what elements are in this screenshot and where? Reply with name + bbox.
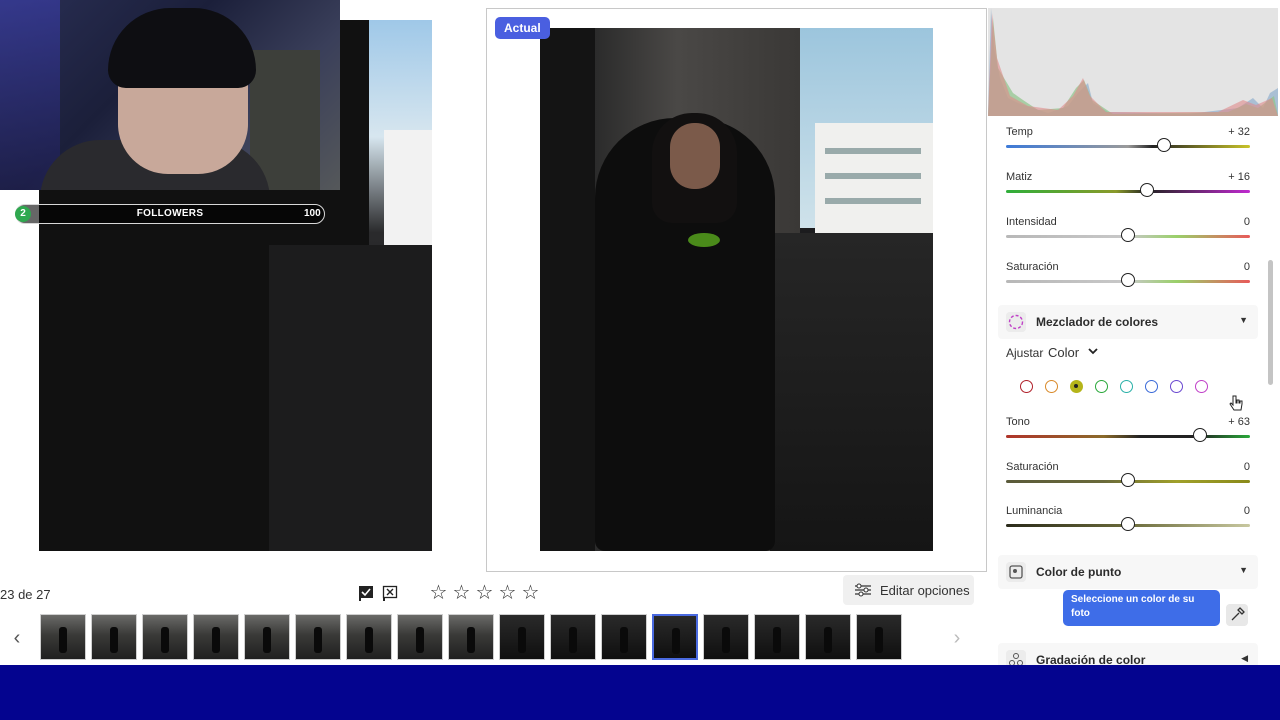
- filmstrip-thumbnail[interactable]: [550, 614, 596, 660]
- luminancia-knob[interactable]: [1121, 517, 1135, 531]
- intensidad-label: Intensidad: [1006, 216, 1057, 228]
- color-wheel-icon: [1006, 312, 1026, 332]
- mixer-saturacion-value: 0: [1243, 461, 1250, 473]
- hand-cursor-icon: [1229, 395, 1243, 411]
- swatch-orange[interactable]: [1045, 380, 1058, 393]
- matiz-label: Matiz: [1006, 171, 1033, 183]
- adjust-label: Ajustar: [1006, 346, 1044, 360]
- saturacion-value: 0: [1243, 261, 1250, 273]
- swatch-blue[interactable]: [1145, 380, 1158, 393]
- star-icon[interactable]: ☆: [451, 583, 472, 603]
- filmstrip-thumbnail[interactable]: [754, 614, 800, 660]
- chevron-down-icon[interactable]: [1087, 345, 1099, 357]
- saturacion-label: Saturación: [1006, 261, 1059, 273]
- adjust-dropdown-value[interactable]: Color: [1048, 345, 1079, 360]
- temp-label: Temp: [1006, 126, 1033, 138]
- filmstrip-thumbnail[interactable]: [805, 614, 851, 660]
- luminancia-slider[interactable]: Luminancia 0: [1006, 505, 1250, 543]
- followers-label: FOLLOWERS: [136, 208, 204, 219]
- main-photo[interactable]: [540, 28, 933, 551]
- intensidad-knob[interactable]: [1121, 228, 1135, 242]
- swatch-purple[interactable]: [1170, 380, 1183, 393]
- filmstrip-thumbnail[interactable]: [448, 614, 494, 660]
- point-color-icon: [1006, 562, 1026, 582]
- filmstrip-next-button[interactable]: ›: [944, 622, 970, 654]
- histogram: [988, 8, 1278, 116]
- star-rating[interactable]: ☆ ☆ ☆ ☆ ☆: [428, 583, 541, 603]
- edit-options-label: Editar opciones: [880, 582, 970, 598]
- color-mixer-title: Mezclador de colores: [1036, 315, 1159, 329]
- expand-caret-icon[interactable]: ◀: [1241, 653, 1248, 664]
- filmstrip-thumbnail[interactable]: [703, 614, 749, 660]
- filmstrip-thumbnail[interactable]: [499, 614, 545, 660]
- point-color-tooltip: Seleccione un color de su foto: [1063, 590, 1220, 626]
- saturacion-slider[interactable]: Saturación 0: [1006, 261, 1250, 299]
- matiz-slider[interactable]: Matiz + 16: [1006, 171, 1250, 209]
- photo-counter: 23 de 27: [0, 587, 51, 602]
- luminancia-label: Luminancia: [1006, 505, 1063, 517]
- tono-label: Tono: [1006, 416, 1030, 428]
- mixer-saturacion-knob[interactable]: [1121, 473, 1135, 487]
- matiz-knob[interactable]: [1140, 183, 1154, 197]
- intensidad-slider[interactable]: Intensidad 0: [1006, 216, 1250, 254]
- sliders-icon: [855, 583, 871, 597]
- panel-scrollbar[interactable]: [1268, 260, 1273, 385]
- tono-value: + 63: [1228, 416, 1250, 428]
- filmstrip-thumbnail[interactable]: [142, 614, 188, 660]
- filmstrip-thumbnail[interactable]: [346, 614, 392, 660]
- swatch-aqua[interactable]: [1120, 380, 1133, 393]
- eyedropper-icon[interactable]: [1226, 604, 1248, 626]
- flag-pick-icon[interactable]: [358, 585, 374, 601]
- mixer-saturacion-slider[interactable]: Saturación 0: [1006, 461, 1250, 499]
- matiz-value: + 16: [1228, 171, 1250, 183]
- star-icon[interactable]: ☆: [428, 583, 449, 603]
- point-color-header[interactable]: Color de punto ▼: [998, 555, 1258, 589]
- swatch-yellow[interactable]: [1070, 380, 1083, 393]
- star-icon[interactable]: ☆: [520, 583, 541, 603]
- filmstrip-thumbnail[interactable]: [40, 614, 86, 660]
- mixer-saturacion-label: Saturación: [1006, 461, 1059, 473]
- tono-knob[interactable]: [1193, 428, 1207, 442]
- swatch-magenta[interactable]: [1195, 380, 1208, 393]
- point-color-title: Color de punto: [1036, 565, 1122, 579]
- star-icon[interactable]: ☆: [474, 583, 495, 603]
- filmstrip-thumbnail[interactable]: [91, 614, 137, 660]
- collapse-caret-icon[interactable]: ▼: [1239, 315, 1248, 325]
- filmstrip-thumbnail[interactable]: [856, 614, 902, 660]
- luminancia-value: 0: [1243, 505, 1250, 517]
- saturacion-knob[interactable]: [1121, 273, 1135, 287]
- tono-slider[interactable]: Tono + 63: [1006, 416, 1250, 454]
- swatch-green[interactable]: [1095, 380, 1108, 393]
- followers-goal-bar: 2 FOLLOWERS 100: [15, 204, 325, 224]
- filmstrip-thumbnail-selected[interactable]: [652, 614, 698, 660]
- actual-badge: Actual: [495, 17, 550, 39]
- filmstrip: [40, 614, 902, 662]
- filmstrip-thumbnail[interactable]: [601, 614, 647, 660]
- color-swatches: [1020, 380, 1208, 393]
- filmstrip-thumbnail[interactable]: [295, 614, 341, 660]
- bottom-blue-bar: [0, 665, 1280, 720]
- filmstrip-prev-button[interactable]: ‹: [4, 622, 30, 654]
- swatch-red[interactable]: [1020, 380, 1033, 393]
- color-mixer-header[interactable]: Mezclador de colores ▼: [998, 305, 1258, 339]
- filmstrip-thumbnail[interactable]: [397, 614, 443, 660]
- temp-value: + 32: [1228, 126, 1250, 138]
- filmstrip-thumbnail[interactable]: [244, 614, 290, 660]
- star-icon[interactable]: ☆: [497, 583, 518, 603]
- webcam-overlay: [0, 0, 340, 190]
- intensidad-value: 0: [1243, 216, 1250, 228]
- followers-goal: 100: [304, 208, 321, 219]
- edit-options-button[interactable]: Editar opciones: [843, 575, 974, 605]
- filmstrip-thumbnail[interactable]: [193, 614, 239, 660]
- temp-slider[interactable]: Temp + 32: [1006, 126, 1250, 164]
- collapse-caret-icon[interactable]: ▼: [1239, 565, 1248, 575]
- temp-knob[interactable]: [1157, 138, 1171, 152]
- flag-reject-icon[interactable]: [382, 585, 398, 601]
